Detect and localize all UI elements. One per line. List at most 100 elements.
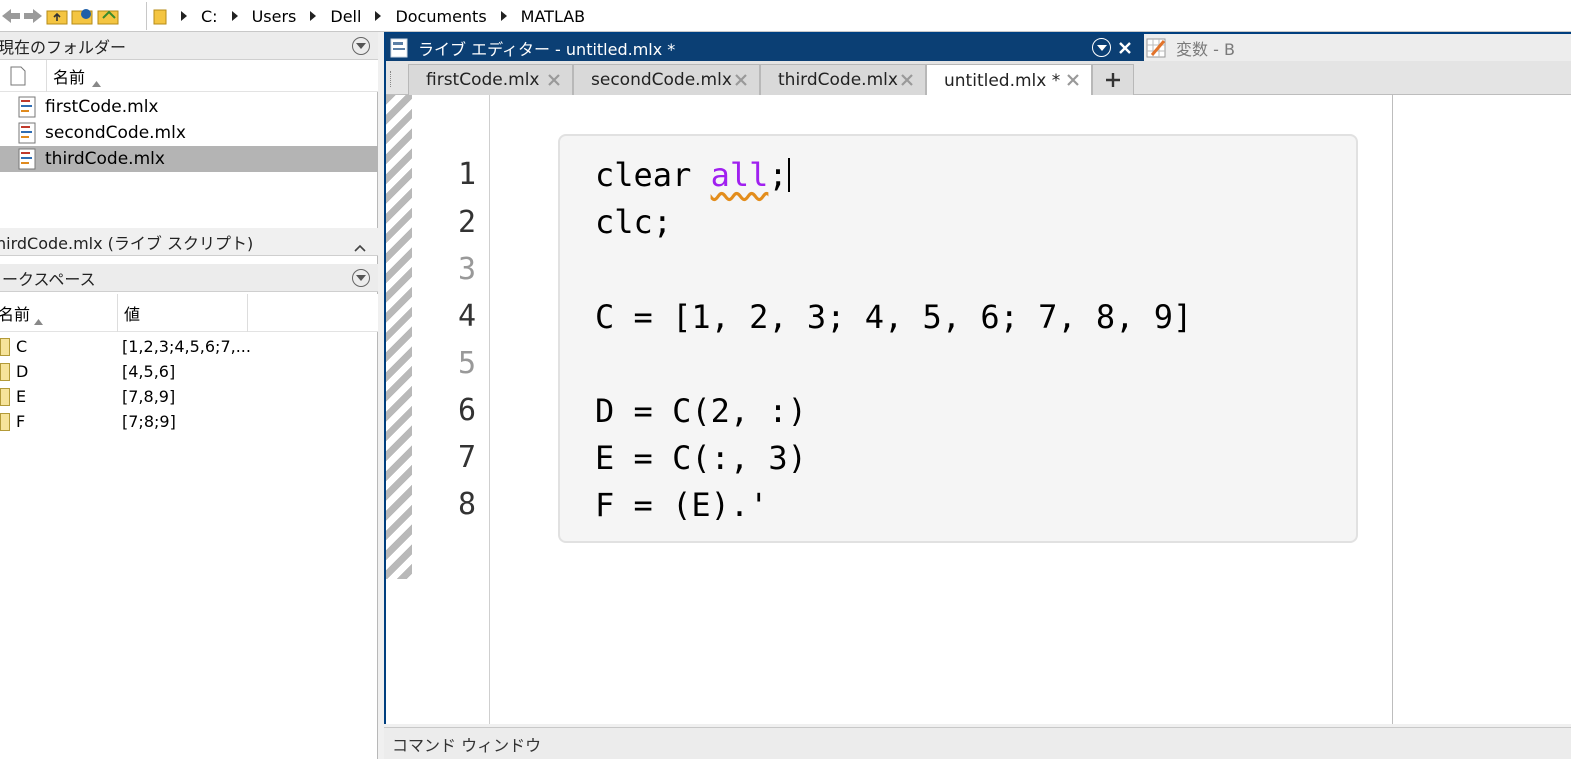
live-editor-icon: [390, 38, 408, 58]
tab-label: untitled.mlx *: [944, 70, 1061, 91]
output-gutter: [386, 95, 412, 579]
tab-drag-handle[interactable]: [390, 71, 392, 87]
matrix-icon: [0, 388, 10, 406]
new-tab-button[interactable]: [1092, 64, 1134, 95]
workspace-column-header: 名前 値: [0, 294, 378, 332]
file-row[interactable]: secondCode.mlx: [0, 120, 378, 146]
editor-body[interactable]: 1 2 3 4 5 6 7 8 clear all; clc; C = [1, …: [386, 95, 1571, 724]
variable-name: F: [16, 412, 26, 431]
right-margin-line: [1392, 95, 1393, 724]
line-number: 4: [457, 299, 476, 334]
name-column-header[interactable]: 名前: [53, 64, 85, 88]
code-line[interactable]: clear all;: [595, 156, 790, 196]
tab-close-icon[interactable]: [1065, 72, 1081, 88]
text-caret: [787, 158, 790, 192]
code-line[interactable]: D = C(2, :): [595, 392, 807, 432]
breadcrumb-item[interactable]: Dell: [324, 7, 367, 26]
breadcrumb-separator: [375, 11, 382, 21]
tab-firstcode[interactable]: firstCode.mlx: [408, 64, 573, 95]
tab-thirdcode[interactable]: thirdCode.mlx: [760, 64, 926, 95]
current-folder-header[interactable]: 現在のフォルダー: [0, 32, 378, 60]
workspace-row[interactable]: E [7,8,9]: [0, 384, 378, 409]
workspace-row[interactable]: C [1,2,3;4,5,6;7,...: [0, 334, 378, 359]
line-number: 8: [457, 487, 476, 522]
workspace-row[interactable]: D [4,5,6]: [0, 359, 378, 384]
tab-close-icon[interactable]: [546, 72, 562, 88]
breadcrumb-separator: [181, 11, 187, 21]
workspace-header[interactable]: ワークスペース: [0, 264, 378, 292]
file-tab-bar: firstCode.mlx secondCode.mlx thirdCode.m…: [386, 61, 1571, 96]
line-number: 7: [457, 440, 476, 475]
tab-secondcode[interactable]: secondCode.mlx: [573, 64, 760, 95]
workspace-row[interactable]: F [7;8;9]: [0, 409, 378, 434]
variable-name: D: [16, 362, 29, 381]
file-name: firstCode.mlx: [45, 97, 159, 117]
variable-value: [7,8,9]: [122, 387, 176, 406]
file-type-icon[interactable]: [10, 66, 26, 90]
back-icon[interactable]: [0, 5, 22, 27]
file-name: thirdCode.mlx: [45, 149, 165, 169]
code-text: ;: [768, 156, 788, 194]
panel-menu-icon[interactable]: [352, 37, 370, 55]
variable-value: [4,5,6]: [122, 362, 176, 381]
tab-label: thirdCode.mlx: [778, 70, 898, 90]
tab-close-icon[interactable]: [733, 72, 749, 88]
details-title: hirdCode.mlx (ライブ スクリプト): [0, 233, 254, 253]
file-row-selected[interactable]: thirdCode.mlx: [0, 146, 378, 172]
name-column-header[interactable]: 名前: [0, 301, 30, 325]
variable-editor-icon: [1146, 37, 1168, 59]
collapse-icon[interactable]: [354, 237, 366, 256]
command-window-header[interactable]: コマンド ウィンドウ: [384, 727, 1571, 759]
breadcrumb-item[interactable]: Documents: [389, 7, 492, 26]
code-block[interactable]: clear all; clc; C = [1, 2, 3; 4, 5, 6; 7…: [558, 134, 1358, 543]
variable-name: E: [16, 387, 27, 406]
variable-editor-tab[interactable]: 変数 - B: [1144, 34, 1571, 61]
line-number: 3: [457, 252, 476, 287]
editor-title-bar[interactable]: ライブ エディター - untitled.mlx *: [386, 34, 1144, 61]
variable-value: [7;8;9]: [122, 412, 176, 431]
breadcrumb[interactable]: C: Users Dell Documents MATLAB: [146, 2, 1571, 30]
variable-tab-label: 変数 - B: [1176, 39, 1235, 59]
code-text: clear: [595, 156, 711, 194]
command-window-title: コマンド ウィンドウ: [392, 735, 542, 755]
live-script-icon: [18, 96, 36, 118]
live-editor-panel: ライブ エディター - untitled.mlx * 変数 - B firstC…: [384, 32, 1571, 724]
code-line[interactable]: clc;: [595, 203, 672, 243]
tab-untitled[interactable]: untitled.mlx *: [926, 64, 1092, 96]
line-number: 1: [457, 157, 476, 192]
live-script-icon: [18, 148, 36, 170]
code-line[interactable]: C = [1, 2, 3; 4, 5, 6; 7, 8, 9]: [595, 298, 1192, 338]
browse-folder-icon[interactable]: [70, 4, 96, 28]
workspace-title: ワークスペース: [0, 269, 96, 289]
tab-close-icon[interactable]: [899, 72, 915, 88]
live-script-icon: [18, 122, 36, 144]
panel-menu-icon[interactable]: [352, 269, 370, 287]
breadcrumb-item[interactable]: Users: [246, 7, 303, 26]
tab-label: secondCode.mlx: [591, 70, 732, 90]
breadcrumb-separator: [500, 11, 507, 21]
breadcrumb-item[interactable]: MATLAB: [515, 7, 591, 26]
open-folder-icon[interactable]: [96, 4, 122, 28]
forward-icon[interactable]: [22, 5, 44, 27]
left-panel: 現在のフォルダー 名前 firstCode.mlx secondCode.mlx: [0, 32, 378, 759]
value-column-header[interactable]: 値: [124, 301, 140, 325]
breadcrumb-separator: [310, 11, 317, 21]
file-name: secondCode.mlx: [45, 123, 186, 143]
details-header[interactable]: hirdCode.mlx (ライブ スクリプト): [0, 228, 378, 256]
current-folder-title: 現在のフォルダー: [0, 37, 127, 57]
up-folder-icon[interactable]: [44, 4, 70, 28]
breadcrumb-item[interactable]: C:: [195, 7, 224, 26]
breadcrumb-separator: [231, 11, 238, 21]
close-icon[interactable]: [1118, 40, 1132, 59]
line-number: 6: [457, 393, 476, 428]
line-number: 2: [457, 205, 476, 240]
keyword-token: all: [710, 156, 769, 194]
code-line[interactable]: E = C(:, 3): [595, 439, 807, 479]
editor-menu-icon[interactable]: [1092, 38, 1111, 57]
variable-name: C: [16, 337, 28, 356]
matrix-icon: [0, 413, 10, 431]
file-row[interactable]: firstCode.mlx: [0, 94, 378, 120]
plus-icon: [1106, 73, 1120, 87]
code-line[interactable]: F = (E).': [595, 486, 768, 526]
sort-ascending-icon: [92, 72, 101, 91]
